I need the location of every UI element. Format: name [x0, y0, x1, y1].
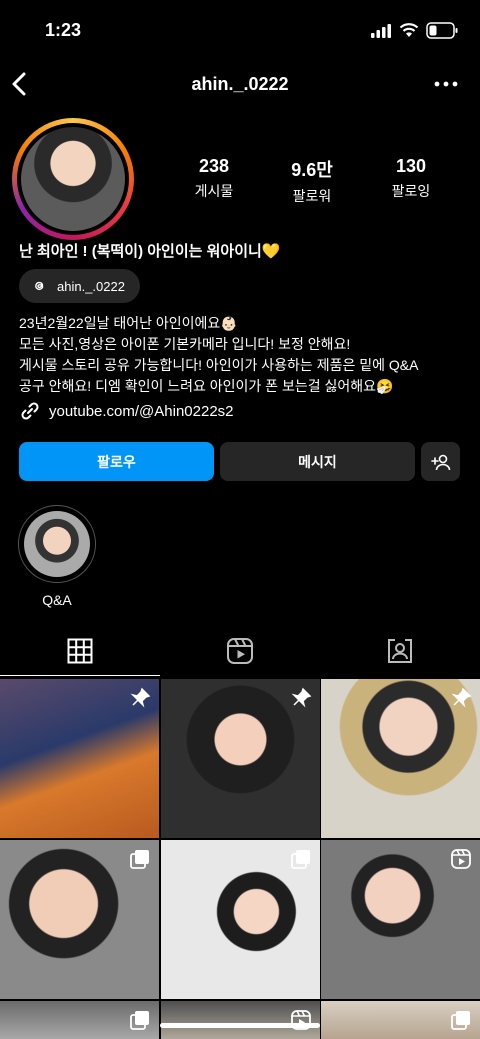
battery-icon	[426, 22, 458, 39]
profile-name: 난 최아인 ! (복떡이) 아인이는 워아이니💛	[19, 243, 281, 260]
pin-icon	[451, 687, 472, 708]
post-thumbnail[interactable]	[161, 840, 320, 999]
post-thumbnail[interactable]	[0, 840, 159, 999]
wifi-icon	[399, 23, 419, 37]
add-person-icon	[430, 454, 450, 470]
tagged-person-icon	[388, 639, 412, 663]
followers-count: 9.6만	[291, 160, 333, 180]
profile-bio: 23년2월22일날 태어난 아인이에요👶🏻 모든 사진,영상은 아이폰 기본카메…	[19, 313, 418, 397]
carousel-icon	[451, 1011, 470, 1030]
followers-label: 팔로워	[292, 188, 332, 204]
bio-line: 공구 안해요! 디엠 확인이 느려요 아인이가 폰 보는걸 싫어해요🤧	[19, 378, 394, 394]
avatar-photo	[21, 127, 125, 231]
carousel-icon	[130, 1011, 149, 1030]
stat-followers[interactable]: 9.6만 팔로워	[267, 156, 357, 206]
post-thumbnail[interactable]	[161, 679, 320, 838]
profile-username: ahin._.0222	[191, 74, 289, 94]
bio-line: 게시물 스토리 공유 가능합니다! 아인이가 사용하는 제품은 밑에 Q&A	[19, 357, 419, 373]
stat-posts: 238 게시물	[169, 156, 259, 201]
following-count: 130	[395, 156, 427, 176]
message-button[interactable]: 메시지	[220, 442, 415, 481]
tab-tagged[interactable]	[320, 628, 480, 674]
follow-button[interactable]: 팔로우	[19, 442, 214, 481]
highlight-cover	[18, 505, 96, 583]
threads-link[interactable]: ahin._.0222	[19, 269, 140, 303]
profile-link[interactable]: youtube.com/@Ahin0222s2	[19, 400, 234, 422]
story-highlight[interactable]: Q&A	[18, 505, 96, 608]
highlight-label: Q&A	[42, 592, 72, 608]
bio-line: 모든 사진,영상은 아이폰 기본카메라 입니다! 보정 안해요!	[19, 336, 351, 352]
cellular-signal-icon	[371, 24, 391, 38]
reels-icon	[227, 638, 253, 664]
more-options-icon[interactable]	[434, 76, 458, 92]
post-thumbnail[interactable]	[321, 679, 480, 838]
profile-tabs	[0, 628, 480, 676]
tab-reels[interactable]	[160, 628, 320, 674]
post-thumbnail[interactable]	[0, 679, 159, 838]
post-thumbnail[interactable]	[161, 1001, 320, 1039]
reel-icon	[451, 849, 471, 869]
post-thumbnail[interactable]	[321, 1001, 480, 1039]
posts-label: 게시물	[194, 183, 234, 199]
threads-icon	[35, 281, 44, 290]
tab-posts[interactable]	[0, 628, 160, 676]
suggest-people-button[interactable]	[421, 442, 460, 481]
profile-header: ahin._.0222	[0, 62, 480, 108]
home-indicator[interactable]	[160, 1023, 320, 1028]
following-label: 팔로잉	[391, 183, 431, 199]
post-thumbnail[interactable]	[0, 1001, 159, 1039]
threads-handle: ahin._.0222	[57, 278, 125, 294]
bio-line: 23년2월22일날 태어난 아인이에요👶🏻	[19, 315, 238, 331]
pin-icon	[130, 687, 151, 708]
carousel-icon	[291, 850, 310, 869]
post-thumbnail[interactable]	[321, 840, 480, 999]
grid-icon	[67, 638, 93, 664]
status-time: 1:23	[45, 20, 82, 40]
link-text: youtube.com/@Ahin0222s2	[49, 402, 234, 420]
status-bar: 1:23	[0, 0, 480, 60]
link-icon	[21, 402, 39, 420]
posts-count: 238	[198, 156, 230, 176]
pin-icon	[291, 687, 312, 708]
profile-avatar[interactable]	[12, 118, 134, 240]
carousel-icon	[130, 850, 149, 869]
stat-following[interactable]: 130 팔로잉	[366, 156, 456, 201]
